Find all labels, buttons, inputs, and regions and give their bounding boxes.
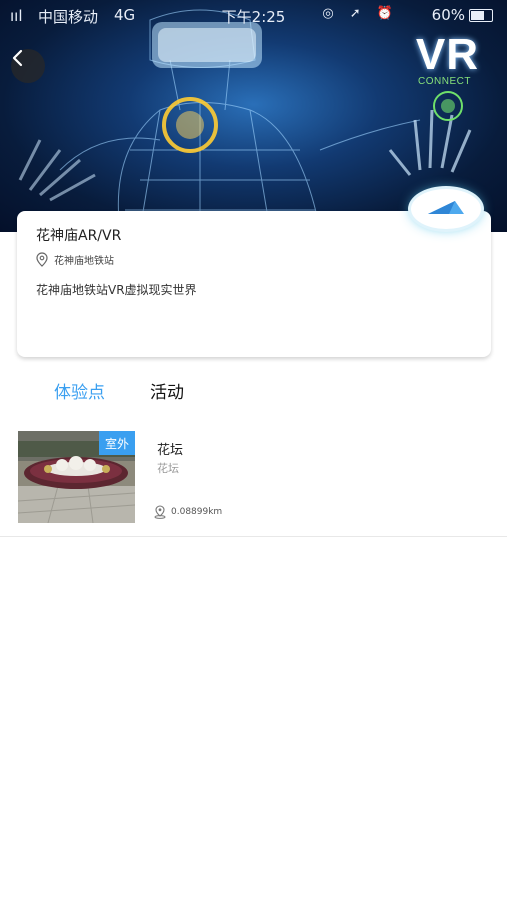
item-thumbnail: 室外 <box>18 431 135 523</box>
back-button[interactable] <box>11 49 45 83</box>
place-info-card: 花神庙AR/VR 花神庙地铁站 花神庙地铁站VR虚拟现实世界 <box>17 211 491 357</box>
item-name: 花坛 <box>157 443 184 458</box>
tab-experience-points[interactable]: 体验点 <box>54 378 105 403</box>
status-bar: ııl 中国移动 4G 下午2:25 ◎ ➚ ⏰ 60% <box>0 0 507 30</box>
status-icons: ◎ ➚ ⏰ <box>322 6 399 21</box>
battery-icon <box>469 9 493 22</box>
location-pin-icon <box>36 252 48 267</box>
navigate-button[interactable] <box>411 189 481 229</box>
list-item[interactable]: 室外 花坛 花坛 0.08899km <box>0 429 507 537</box>
navigation-arrow-icon <box>428 201 464 214</box>
tab-activities[interactable]: 活动 <box>150 378 184 403</box>
place-description: 花神庙地铁站VR虚拟现实世界 <box>36 283 197 297</box>
battery-percent: 60% <box>431 6 465 24</box>
place-location: 花神庙地铁站 <box>36 252 114 267</box>
outdoor-badge: 室外 <box>99 431 135 455</box>
place-title: 花神庙AR/VR <box>36 228 122 244</box>
tab-bar: 体验点 活动 <box>0 378 507 408</box>
vr-logo: VR <box>415 30 479 79</box>
item-distance: 0.08899km <box>153 505 222 519</box>
vr-logo-sub: CONNECT <box>418 76 471 87</box>
distance-pin-icon <box>154 505 166 519</box>
place-location-label: 花神庙地铁站 <box>54 256 114 267</box>
item-distance-value: 0.08899km <box>171 507 223 517</box>
item-subtitle: 花坛 <box>157 462 179 475</box>
chevron-left-icon <box>12 49 23 67</box>
